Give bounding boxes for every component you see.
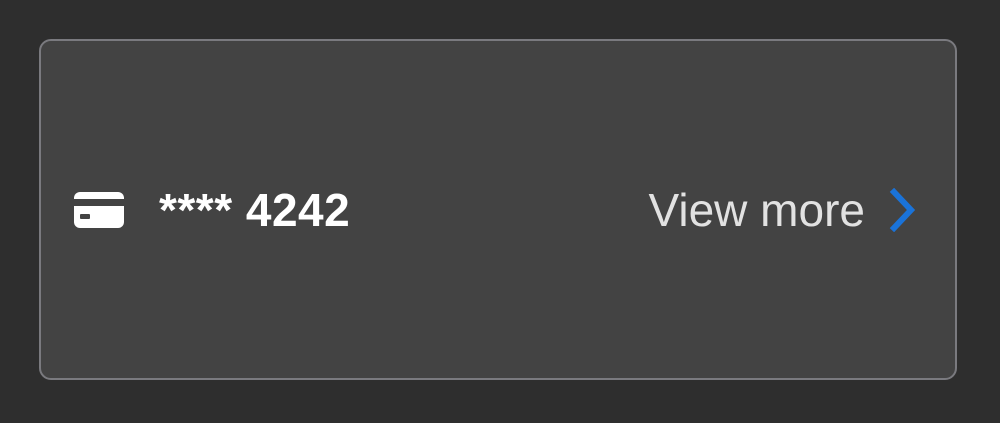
payment-card[interactable]: **** 4242 View more bbox=[39, 39, 957, 380]
view-more-link[interactable]: View more bbox=[649, 183, 917, 237]
chevron-right-icon bbox=[887, 187, 917, 232]
view-more-label: View more bbox=[648, 183, 865, 236]
masked-card-number: **** 4242 bbox=[159, 183, 351, 236]
credit-card-icon bbox=[74, 191, 124, 228]
